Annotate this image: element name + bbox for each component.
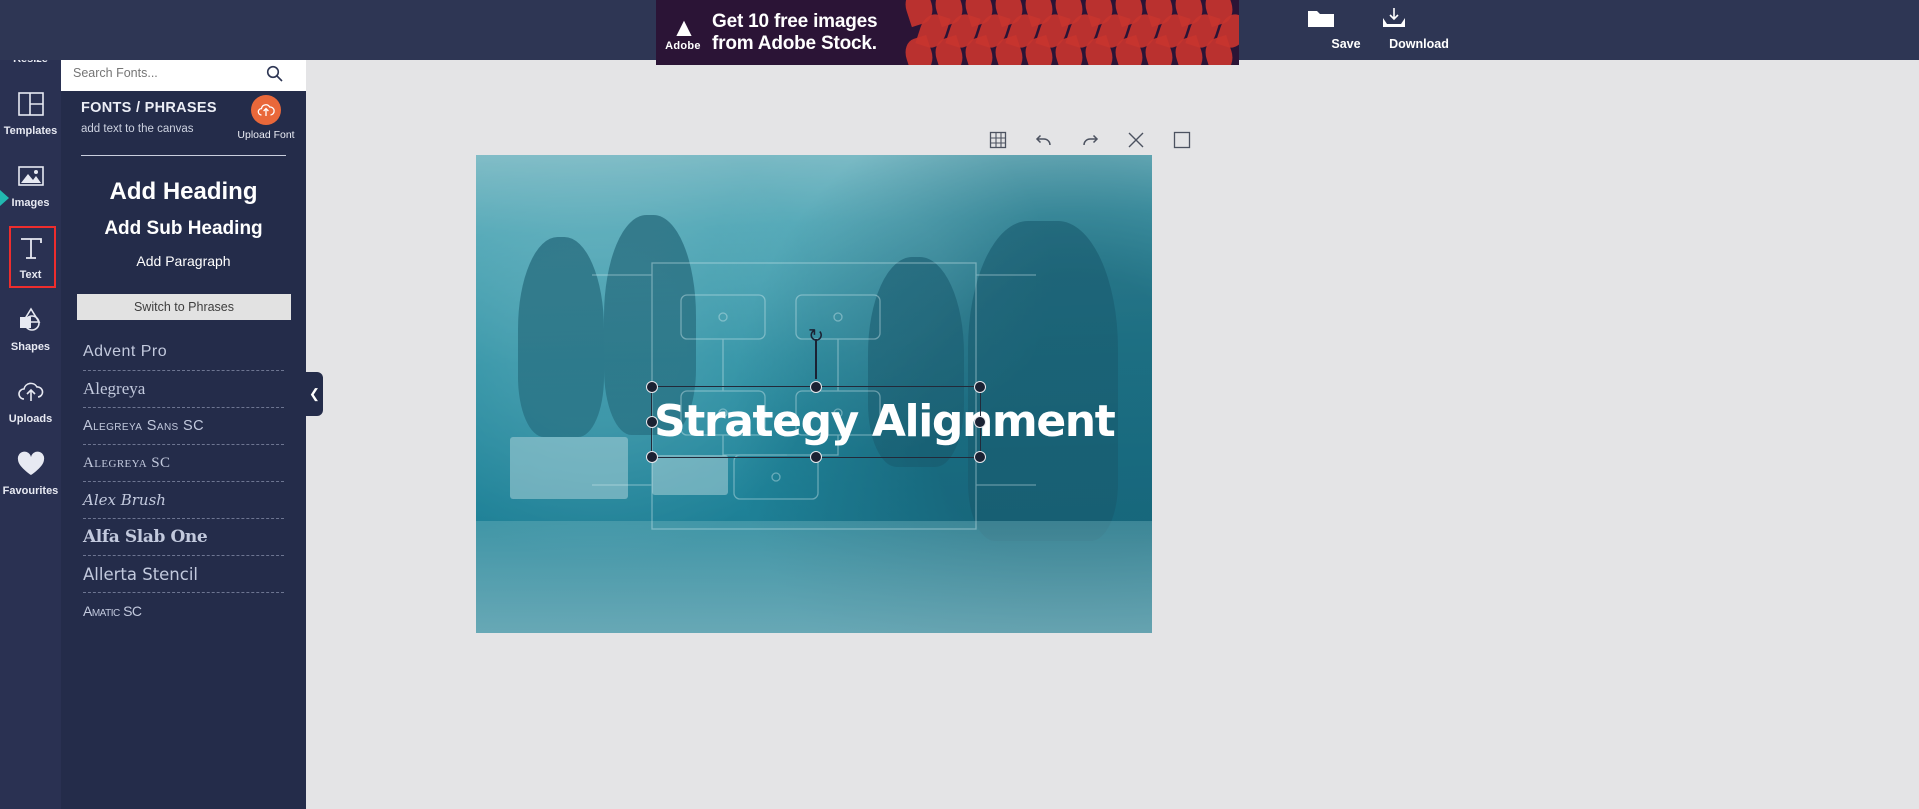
heart-icon: [16, 447, 46, 481]
fonts-panel-header: FONTS / PHRASES add text to the canvas U…: [61, 95, 306, 141]
panel-divider: [81, 155, 286, 156]
ad-left-block: ▲ Adobe Get 10 free images from Adobe St…: [656, 0, 916, 65]
font-list[interactable]: Advent Pro Alegreya Alegreya Sans SC Ale…: [61, 334, 306, 809]
font-name[interactable]: Allerta Stencil: [83, 556, 284, 592]
download-icon: [1379, 6, 1459, 34]
search-icon[interactable]: [266, 65, 306, 82]
fonts-panel: FONTS / PHRASES add text to the canvas U…: [61, 0, 306, 809]
ad-headline-line2: from Adobe Stock.: [712, 32, 877, 54]
resize-handle-top-right[interactable]: [974, 381, 986, 393]
font-name[interactable]: Alfa Slab One: [83, 519, 284, 555]
font-list-item[interactable]: Advent Pro: [61, 334, 306, 371]
tool-rail: Resize Templates Images Text Shapes: [0, 0, 61, 809]
app-root: ▲ Adobe Get 10 free images from Adobe St…: [0, 0, 1919, 809]
add-heading-button[interactable]: Add Heading: [61, 172, 306, 212]
upload-font-button[interactable]: Upload Font: [234, 95, 298, 141]
download-button[interactable]: Download: [1379, 6, 1459, 51]
resize-handle-bottom-left[interactable]: [646, 451, 658, 463]
canvas-toolbar: [986, 128, 1194, 152]
undo-icon[interactable]: [1032, 128, 1056, 152]
rail-item-text[interactable]: Text: [0, 220, 61, 292]
search-fonts-bar: [61, 55, 306, 91]
ad-headline: Get 10 free images from Adobe Stock.: [712, 10, 878, 55]
search-fonts-input[interactable]: [61, 56, 266, 90]
add-text-options: Add Heading Add Sub Heading Add Paragrap…: [61, 172, 306, 276]
font-name[interactable]: Alegreya: [83, 371, 284, 407]
folder-icon: [1306, 6, 1386, 34]
resize-handle-mid-right[interactable]: [974, 416, 986, 428]
images-icon: [17, 159, 45, 193]
canvas-workspace: Strategy Alignment ↻: [306, 60, 1325, 809]
rail-label-shapes: Shapes: [10, 341, 51, 353]
font-list-item[interactable]: Alex Brush: [61, 482, 306, 519]
font-name[interactable]: Advent Pro: [83, 334, 284, 370]
resize-handle-bottom-right[interactable]: [974, 451, 986, 463]
grid-icon[interactable]: [986, 128, 1010, 152]
font-list-item[interactable]: Alegreya SC: [61, 445, 306, 482]
add-paragraph-button[interactable]: Add Paragraph: [61, 246, 306, 276]
font-name[interactable]: Alegreya Sans SC: [83, 408, 284, 444]
font-list-item[interactable]: Amatic SC: [61, 593, 306, 629]
close-icon[interactable]: [1124, 128, 1148, 152]
download-button-label: Download: [1389, 37, 1449, 51]
rail-item-templates[interactable]: Templates: [0, 76, 61, 148]
rail-item-images[interactable]: Images: [0, 148, 61, 220]
adobe-triangle-icon: ▲: [671, 11, 697, 42]
font-name[interactable]: Amatic SC: [83, 593, 284, 629]
adobe-logo: ▲ Adobe: [664, 14, 702, 52]
adobe-stock-ad-banner[interactable]: ▲ Adobe Get 10 free images from Adobe St…: [656, 0, 1239, 65]
font-list-item[interactable]: Alfa Slab One: [61, 519, 306, 556]
selection-bounding-box[interactable]: ↻: [646, 326, 986, 463]
font-name[interactable]: Alegreya SC: [83, 445, 284, 481]
rail-item-uploads[interactable]: Uploads: [0, 364, 61, 436]
rail-label-text: Text: [19, 269, 42, 281]
rail-selection-arrow-icon: [0, 190, 9, 206]
shapes-icon: [17, 303, 45, 337]
upload-font-label: Upload Font: [237, 129, 295, 141]
artboard[interactable]: Strategy Alignment ↻: [476, 155, 1152, 633]
ad-headline-line1: Get 10 free images: [712, 10, 878, 32]
save-button-label: Save: [1331, 37, 1361, 51]
rail-item-shapes[interactable]: Shapes: [0, 292, 61, 364]
redo-icon[interactable]: [1078, 128, 1102, 152]
rail-label-images: Images: [11, 197, 50, 209]
save-button[interactable]: Save: [1306, 6, 1386, 51]
resize-handle-top-center[interactable]: [810, 381, 822, 393]
collapse-fonts-panel-button[interactable]: ❮: [306, 372, 323, 416]
templates-icon: [17, 87, 45, 121]
rail-label-uploads: Uploads: [8, 413, 53, 425]
rail-item-favourites[interactable]: Favourites: [0, 436, 61, 508]
upload-cloud-icon: [251, 95, 281, 125]
font-name[interactable]: Alex Brush: [83, 482, 284, 518]
resize-handle-top-left[interactable]: [646, 381, 658, 393]
chevron-left-icon: ❮: [309, 386, 320, 401]
adobe-brand-label: Adobe: [665, 39, 701, 52]
rotate-handle-icon[interactable]: ↻: [804, 325, 828, 349]
right-panel: Artboards Layers: [1325, 60, 1919, 809]
rail-label-templates: Templates: [3, 125, 58, 137]
ad-leaf-pattern: [901, 0, 1239, 65]
switch-to-phrases-button[interactable]: Switch to Phrases: [77, 294, 291, 320]
font-list-item[interactable]: Allerta Stencil: [61, 556, 306, 593]
fullscreen-icon[interactable]: [1170, 128, 1194, 152]
uploads-icon: [16, 375, 46, 409]
font-list-item[interactable]: Alegreya: [61, 371, 306, 408]
font-list-item[interactable]: Alegreya Sans SC: [61, 408, 306, 445]
add-sub-heading-button[interactable]: Add Sub Heading: [61, 212, 306, 246]
resize-handle-bottom-center[interactable]: [810, 451, 822, 463]
top-bar: ▲ Adobe Get 10 free images from Adobe St…: [0, 0, 1919, 65]
rail-label-favourites: Favourites: [2, 485, 59, 497]
text-icon: [17, 231, 45, 265]
resize-handle-mid-left[interactable]: [646, 416, 658, 428]
